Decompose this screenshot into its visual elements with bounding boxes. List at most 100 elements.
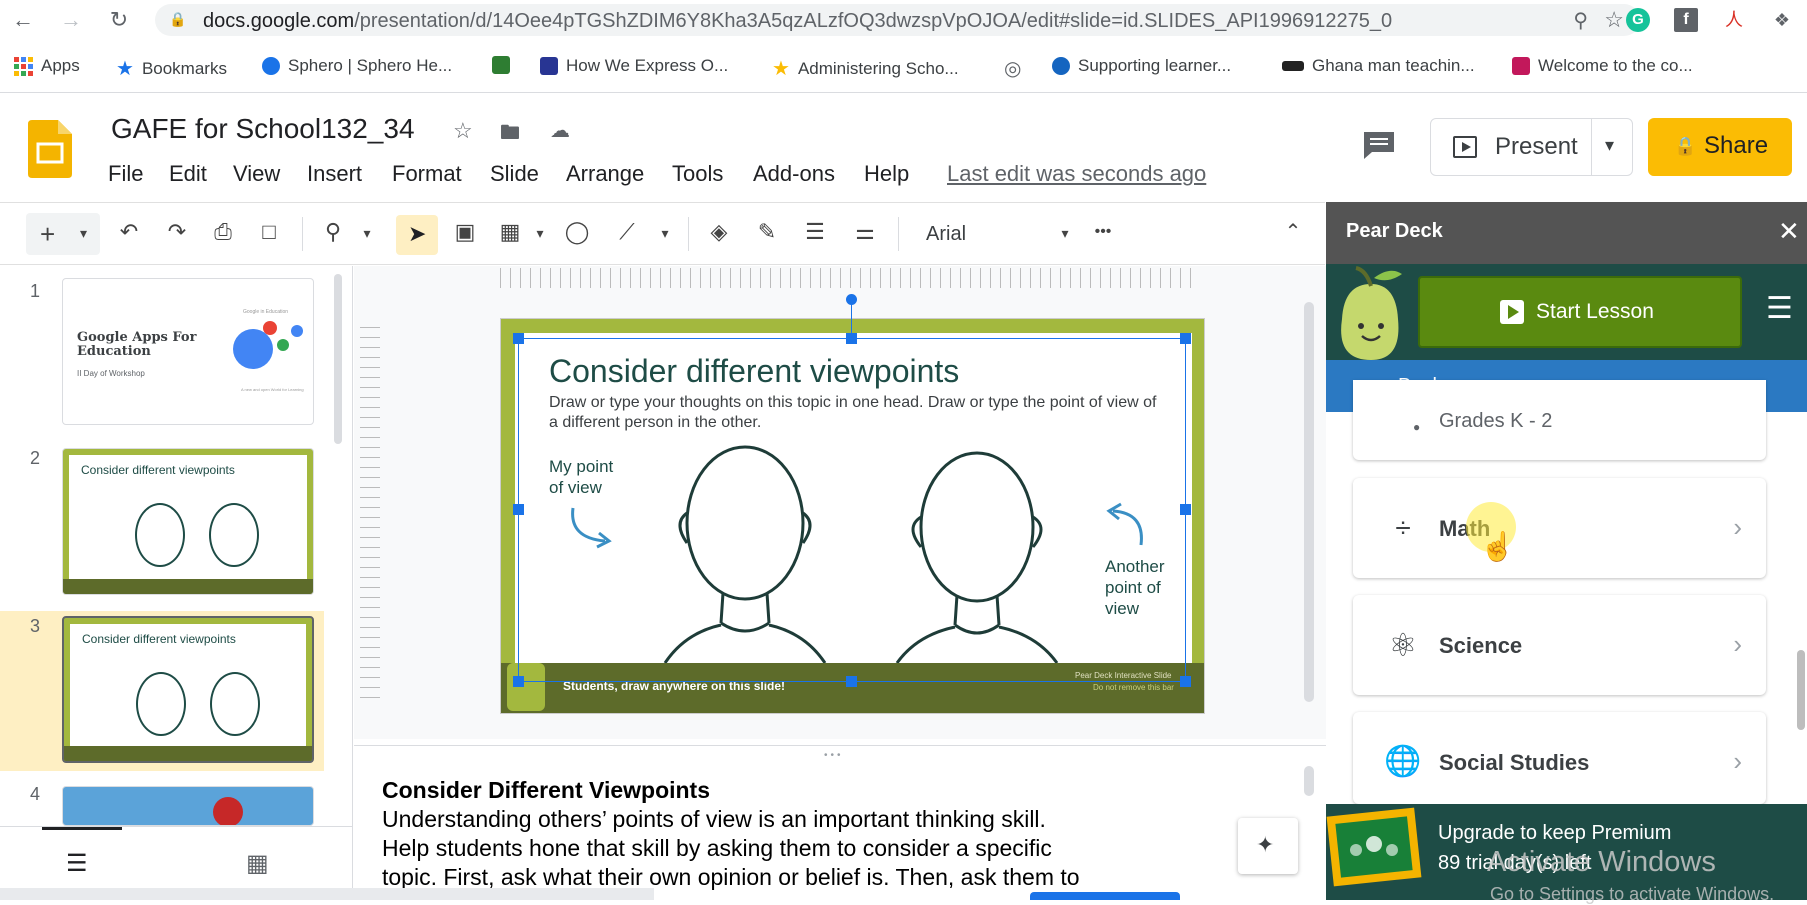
list-item-grades[interactable]: ● Grades K - 2 [1353,380,1766,460]
slide-title[interactable]: Consider different viewpoints [549,353,959,390]
star-icon[interactable]: ☆ [1604,7,1624,33]
undo-icon[interactable]: ↶ [114,219,144,245]
slide-thumbnail-1[interactable]: Google Apps For Education II Day of Work… [62,278,314,425]
menu-help[interactable]: Help [864,161,909,187]
present-button[interactable]: Present ▾ [1430,118,1633,176]
facebook-icon[interactable]: f [1674,8,1698,32]
back-arrow-icon[interactable]: ← [8,7,38,33]
rotate-handle[interactable] [846,294,857,305]
slide-thumbnail-2[interactable]: Consider different viewpoints [62,448,314,595]
resize-handle-e[interactable] [1180,504,1191,515]
menu-edit[interactable]: Edit [169,161,207,187]
bookmark-supporting[interactable]: Supporting learner... [1052,56,1231,76]
star-icon[interactable]: ☆ [453,118,473,144]
document-title[interactable]: GAFE for School132_34 [111,113,415,145]
start-lesson-button[interactable]: Start Lesson [1418,276,1742,348]
zoom-icon[interactable]: ⚲ [1573,8,1588,33]
slide-thumbnail-4[interactable] [62,786,314,826]
chevron-down-icon[interactable]: ▾ [525,225,555,242]
sidebar-scrollbar[interactable] [1797,650,1805,730]
collapse-icon[interactable]: ⌃ [1278,219,1308,244]
canvas-scrollbar[interactable] [1304,302,1314,702]
bookmark-how-we-express[interactable]: How We Express O... [540,56,728,76]
bookmark-globe[interactable]: ◎ [1004,56,1021,81]
slide-body[interactable]: Draw or type your thoughts on this topic… [549,393,1159,433]
puzzle-icon[interactable]: ❖ [1770,8,1794,32]
new-slide-button[interactable]: + ▾ [26,213,100,255]
list-item-math[interactable]: ÷ Math › [1353,478,1766,578]
zoom-icon[interactable]: ⚲ [318,219,348,245]
font-select[interactable]: Arial [926,223,966,246]
address-bar[interactable]: 🔒 docs.google.com/presentation/d/14Oee4p… [155,4,1640,36]
grammarly-icon[interactable]: G [1626,8,1650,32]
globe-icon: ◎ [1004,58,1022,80]
move-folder-icon[interactable]: 🖿 [500,118,520,152]
chevron-down-icon[interactable]: ▾ [650,225,680,242]
reload-icon[interactable]: ↻ [104,7,134,33]
slide-footer-bar: Students, draw anywhere on this slide! P… [501,663,1204,713]
menu-arrange[interactable]: Arrange [566,161,644,187]
slide-content[interactable]: Consider different viewpoints Draw or ty… [515,333,1192,663]
close-icon[interactable]: ✕ [1778,216,1800,247]
chevron-down-icon[interactable]: ▾ [1050,225,1080,242]
resize-handle-s[interactable] [846,676,857,687]
resize-handle-n[interactable] [846,333,857,344]
chevron-down-icon[interactable]: ▾ [1605,135,1614,156]
bookmark-welcome[interactable]: Welcome to the co... [1512,56,1693,76]
extension-icon[interactable]: 人 [1722,8,1746,32]
menu-addons[interactable]: Add-ons [753,161,835,187]
forward-arrow-icon[interactable]: → [56,7,86,33]
menu-file[interactable]: File [108,161,143,187]
paint-format-icon[interactable]: □ [254,219,284,245]
list-item-science[interactable]: ⚛ Science › [1353,595,1766,695]
fill-color-icon[interactable]: ◈ [704,219,734,245]
filmstrip-view-icon[interactable]: ☰ [66,849,88,878]
comments-icon[interactable] [1362,130,1396,160]
filmstrip-scrollbar[interactable] [334,274,342,444]
border-weight-icon[interactable]: ☰ [800,219,830,245]
resize-handle-ne[interactable] [1180,333,1191,344]
more-icon[interactable]: ••• [1088,223,1118,241]
explore-button[interactable]: ✦ [1238,818,1298,874]
bookmark-image[interactable] [492,56,510,74]
border-dash-icon[interactable]: ⚌ [850,219,880,245]
menu-format[interactable]: Format [392,161,462,187]
head-graphic [135,503,185,567]
shape-icon[interactable]: ◯ [562,219,592,245]
bookmark-bookmarks[interactable]: ★ Bookmarks [116,56,227,81]
menu-tools[interactable]: Tools [672,161,723,187]
print-icon[interactable]: ⎙ [208,219,238,245]
resize-handle-w[interactable] [513,504,524,515]
redo-icon[interactable]: ↷ [162,219,192,245]
line-icon[interactable]: ⟋ [612,219,642,245]
hamburger-menu-icon[interactable]: ☰ [1766,294,1793,324]
resize-handle-se[interactable] [1180,676,1191,687]
menu-slide[interactable]: Slide [490,161,539,187]
slide-thumbnail-3[interactable]: Consider different viewpoints [62,616,314,763]
text-box-icon[interactable]: ▣ [450,219,480,245]
chevron-down-icon[interactable]: ▾ [352,225,382,242]
thumb-footer [63,579,313,594]
menu-insert[interactable]: Insert [307,161,362,187]
bookmark-administering[interactable]: ★ Administering Scho... [772,56,959,81]
slide-canvas[interactable]: Consider different viewpoints Draw or ty… [500,318,1205,714]
slides-logo[interactable] [28,120,72,178]
select-tool-button[interactable]: ➤ [396,215,438,255]
resize-grip-icon[interactable]: ••• [824,750,844,761]
bookmark-apps[interactable]: Apps [14,56,80,76]
border-color-icon[interactable]: ✎ [752,219,782,245]
menu-view[interactable]: View [233,161,280,187]
list-item-social-studies[interactable]: 🌐 Social Studies › [1353,712,1766,804]
last-edit-link[interactable]: Last edit was seconds ago [947,161,1206,187]
share-button[interactable]: 🔒 Share [1648,118,1792,176]
image-icon[interactable]: ▦ [495,219,525,245]
resize-handle-nw[interactable] [513,333,524,344]
resize-handle-sw[interactable] [513,676,524,687]
globe-graphic [233,329,273,369]
bookmark-sphero[interactable]: Sphero | Sphero He... [262,56,452,76]
notes-scrollbar[interactable] [1304,766,1314,796]
grid-view-icon[interactable]: ▦ [246,849,269,878]
left-arrow-graphic [571,507,612,549]
speaker-notes[interactable]: ••• Consider Different Viewpoints Unders… [354,745,1326,900]
bookmark-ghana[interactable]: Ghana man teachin... [1282,56,1475,76]
